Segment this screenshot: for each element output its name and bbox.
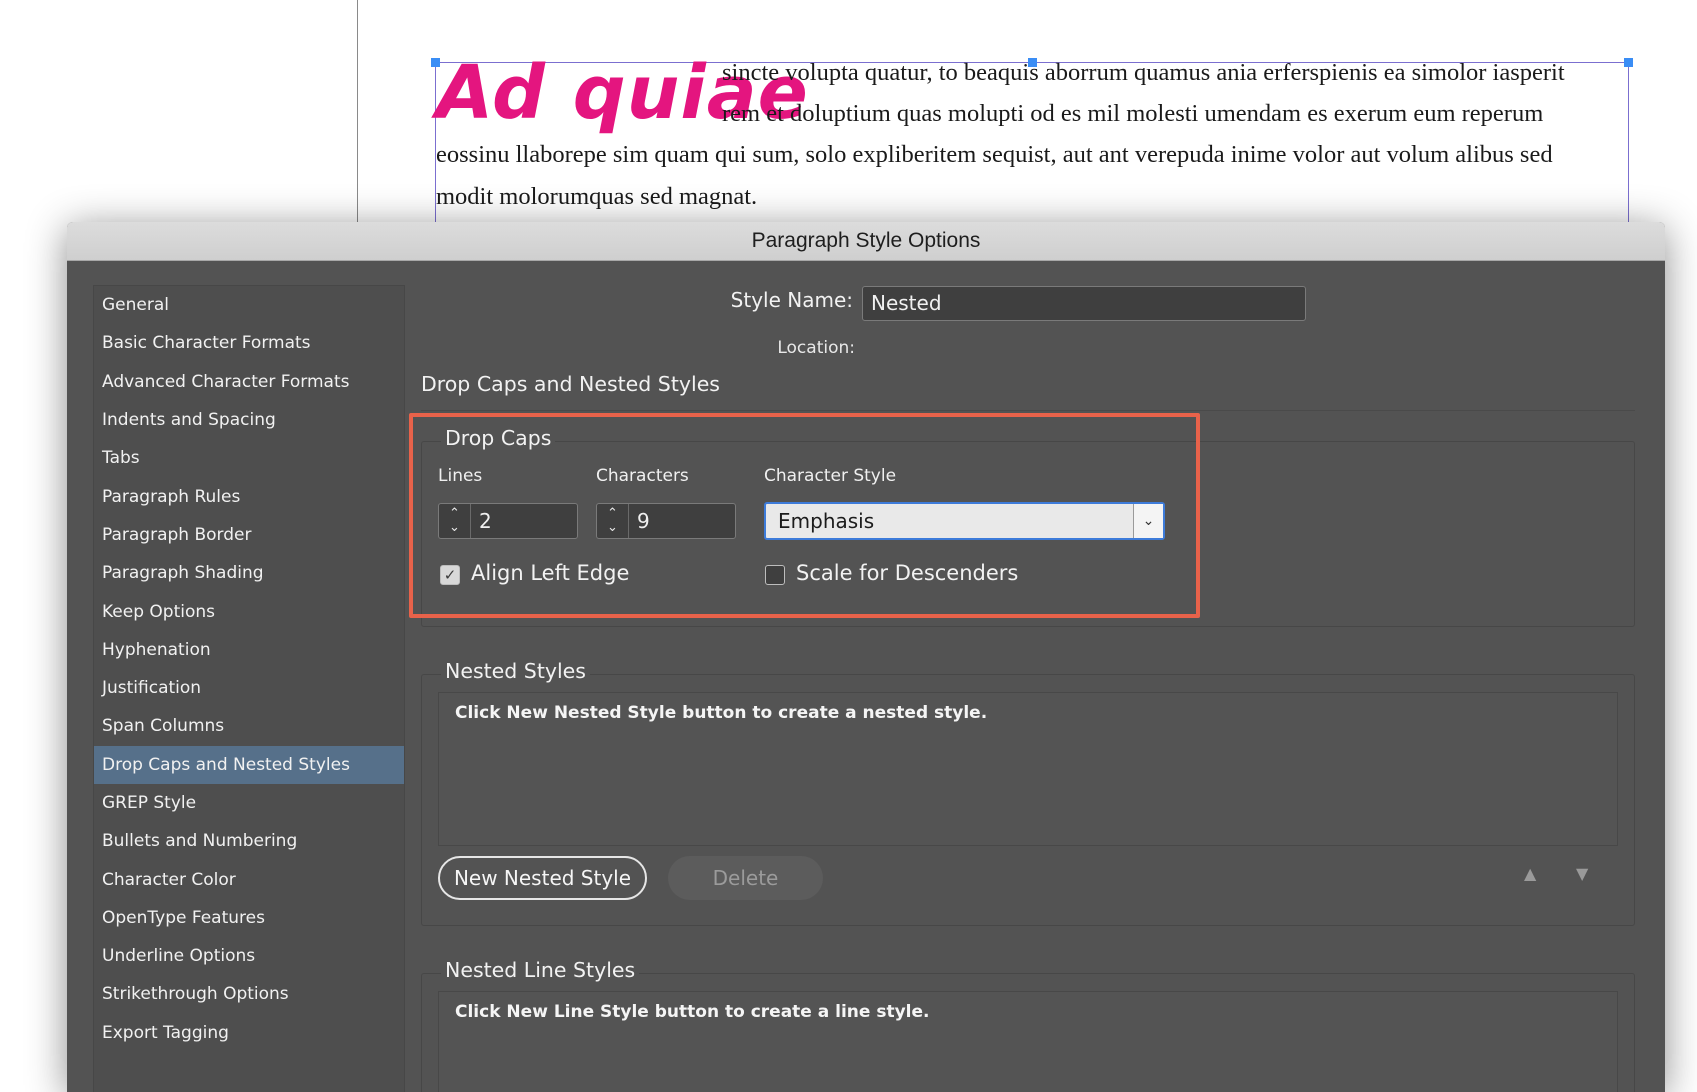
character-style-value[interactable]: Emphasis (766, 504, 1133, 538)
characters-value[interactable]: 9 (629, 504, 658, 538)
body-text-line: rem et doluptium quas molupti od es mil … (722, 100, 1544, 127)
body-text-line: eossinu llaborepe sim quam qui sum, solo… (436, 141, 1553, 168)
dialog-titlebar[interactable]: Paragraph Style Options (67, 222, 1665, 261)
move-up-icon[interactable]: ▲ (1524, 864, 1536, 883)
align-left-edge-checkbox[interactable]: ✓ (440, 565, 460, 585)
sidebar-item-hyphenation[interactable]: Hyphenation (94, 631, 404, 669)
sidebar-item-underline-options[interactable]: Underline Options (94, 937, 404, 975)
lines-value[interactable]: 2 (471, 504, 500, 538)
sidebar-item-paragraph-border[interactable]: Paragraph Border (94, 516, 404, 554)
scale-for-descenders-checkbox[interactable] (765, 565, 785, 585)
stepper-arrows-icon[interactable]: ⌃ ⌄ (597, 504, 629, 538)
characters-stepper[interactable]: ⌃ ⌄ 9 (596, 503, 736, 539)
sidebar-item-keep-options[interactable]: Keep Options (94, 592, 404, 630)
paragraph-style-options-dialog: Paragraph Style Options General Basic Ch… (67, 222, 1665, 1092)
sidebar-item-export-tagging[interactable]: Export Tagging (94, 1014, 404, 1052)
lines-stepper[interactable]: ⌃ ⌄ 2 (438, 503, 578, 539)
sidebar-item-span-columns[interactable]: Span Columns (94, 707, 404, 745)
delete-button[interactable]: Delete (668, 856, 823, 900)
lines-label: Lines (438, 466, 483, 486)
dialog-title: Paragraph Style Options (751, 229, 981, 252)
sidebar-item-justification[interactable]: Justification (94, 669, 404, 707)
nested-styles-list[interactable]: Click New Nested Style button to create … (438, 692, 1618, 846)
nested-line-styles-title: Nested Line Styles (441, 958, 640, 982)
margin-guide (357, 0, 358, 222)
character-style-label: Character Style (764, 466, 897, 486)
sidebar-item-indents-and-spacing[interactable]: Indents and Spacing (94, 401, 404, 439)
sidebar-item-advanced-character-formats[interactable]: Advanced Character Formats (94, 363, 404, 401)
body-text-line: modit molorumquas sed magnat. (436, 183, 758, 210)
characters-label: Characters (596, 466, 689, 486)
sidebar-item-character-color[interactable]: Character Color (94, 860, 404, 898)
chevron-down-icon[interactable]: ⌄ (1133, 504, 1163, 538)
frame-handle-top-right[interactable] (1624, 58, 1633, 67)
nested-line-styles-list[interactable]: Click New Line Style button to create a … (438, 991, 1618, 1092)
new-nested-style-button[interactable]: New Nested Style (438, 856, 647, 900)
nested-line-styles-hint: Click New Line Style button to create a … (455, 1002, 930, 1022)
sidebar-item-general[interactable]: General (94, 286, 404, 324)
sidebar-item-tabs[interactable]: Tabs (94, 439, 404, 477)
sidebar-item-paragraph-rules[interactable]: Paragraph Rules (94, 477, 404, 515)
sidebar-item-paragraph-shading[interactable]: Paragraph Shading (94, 554, 404, 592)
sidebar-item-strikethrough-options[interactable]: Strikethrough Options (94, 975, 404, 1013)
sidebar-item-opentype-features[interactable]: OpenType Features (94, 899, 404, 937)
sidebar-item-grep-style[interactable]: GREP Style (94, 784, 404, 822)
stepper-arrows-icon[interactable]: ⌃ ⌄ (439, 504, 471, 538)
section-divider (421, 410, 1635, 411)
nested-styles-hint: Click New Nested Style button to create … (455, 703, 988, 723)
align-left-edge-label[interactable]: Align Left Edge (471, 561, 629, 585)
scale-for-descenders-label[interactable]: Scale for Descenders (796, 561, 1018, 585)
sidebar-item-basic-character-formats[interactable]: Basic Character Formats (94, 324, 404, 362)
style-name-label: Style Name: (730, 288, 853, 312)
move-down-icon[interactable]: ▼ (1576, 864, 1588, 883)
nested-styles-title: Nested Styles (441, 659, 590, 683)
character-style-select[interactable]: Emphasis ⌄ (764, 502, 1165, 540)
style-name-input[interactable]: Nested (862, 286, 1306, 321)
body-text-line: sincte volupta quatur, to beaquis aborru… (722, 59, 1565, 86)
category-sidebar: General Basic Character Formats Advanced… (93, 285, 405, 1092)
sidebar-item-drop-caps-and-nested-styles[interactable]: Drop Caps and Nested Styles (94, 745, 404, 784)
section-heading: Drop Caps and Nested Styles (421, 372, 720, 396)
location-label: Location: (777, 338, 855, 358)
sidebar-item-bullets-and-numbering[interactable]: Bullets and Numbering (94, 822, 404, 860)
